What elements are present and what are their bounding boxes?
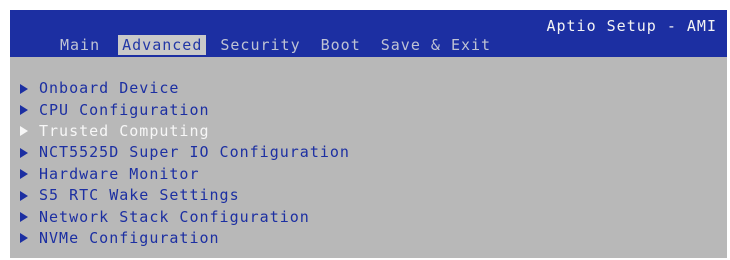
menu-item-label: Onboard Device [39,79,180,98]
right-triangle-icon [20,83,28,94]
tab-security[interactable]: Security [218,35,302,55]
tab-advanced[interactable]: Advanced [118,34,207,55]
tab-boot[interactable]: Boot [319,35,363,55]
menu-item-cpu-configuration[interactable]: CPU Configuration [18,99,350,120]
bios-setup-screen: Aptio Setup - AMI Main Advanced Security… [0,0,730,260]
right-triangle-icon [20,233,28,244]
menu-item-network-stack-configuration[interactable]: Network Stack Configuration [18,206,350,227]
menu-item-super-io-configuration[interactable]: NCT5525D Super IO Configuration [18,142,350,163]
setup-title: Aptio Setup - AMI [546,17,717,35]
tab-save-exit[interactable]: Save & Exit [379,35,493,55]
right-triangle-icon [20,147,28,158]
menu-item-hardware-monitor[interactable]: Hardware Monitor [18,164,350,185]
right-triangle-icon [20,169,28,180]
menu-item-label: S5 RTC Wake Settings [39,186,240,205]
advanced-menu-panel: Onboard Device CPU Configuration Trusted… [10,57,727,258]
header-bar: Aptio Setup - AMI Main Advanced Security… [10,10,727,57]
right-triangle-icon [20,126,28,137]
menu-item-nvme-configuration[interactable]: NVMe Configuration [18,228,350,249]
menu-item-onboard-device[interactable]: Onboard Device [18,78,350,99]
menu-item-s5-rtc-wake-settings[interactable]: S5 RTC Wake Settings [18,185,350,206]
menu-item-label: CPU Configuration [39,100,210,119]
right-triangle-icon [20,105,28,116]
menu-item-trusted-computing[interactable]: Trusted Computing [18,121,350,142]
menu-item-label: Trusted Computing [39,121,210,140]
right-triangle-icon [20,212,28,223]
right-triangle-icon [20,190,28,201]
menu-item-label: NVMe Configuration [39,228,220,247]
menu-item-label: Network Stack Configuration [39,207,310,226]
tab-bar: Main Advanced Security Boot Save & Exit [58,34,509,55]
menu-item-label: NCT5525D Super IO Configuration [39,143,350,162]
menu-item-label: Hardware Monitor [39,164,200,183]
advanced-menu-list: Onboard Device CPU Configuration Trusted… [18,78,350,249]
tab-main[interactable]: Main [58,35,102,55]
